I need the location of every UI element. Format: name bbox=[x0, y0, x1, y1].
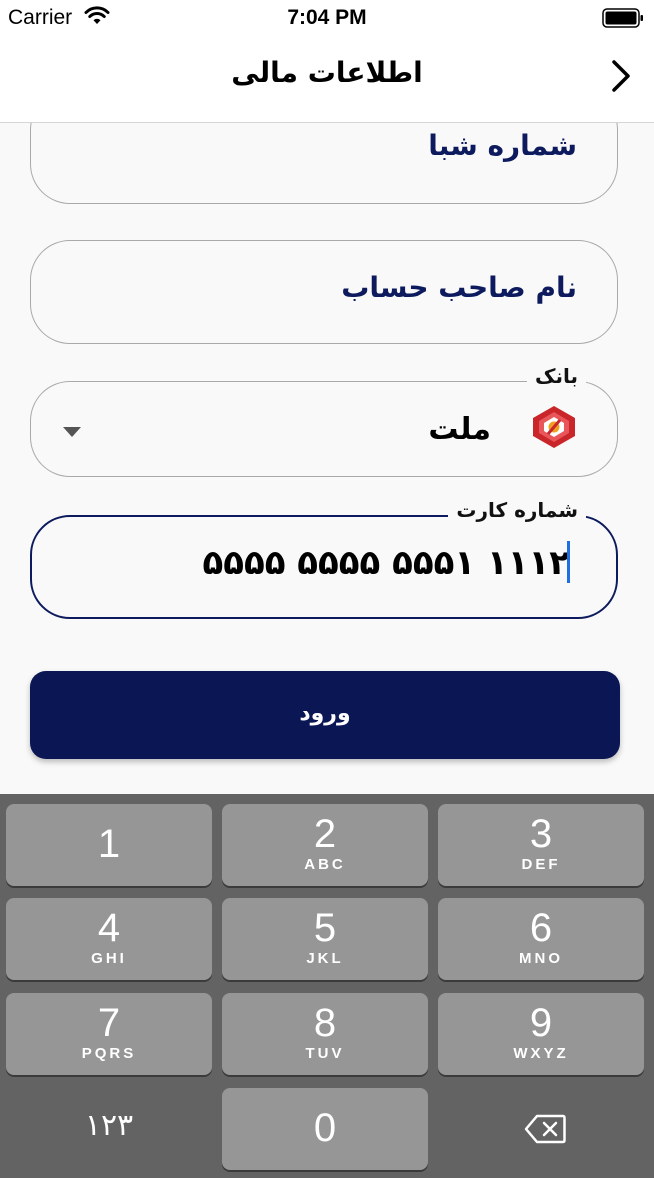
sheba-field-text: شماره شبا bbox=[428, 129, 577, 162]
key-switch-numerals[interactable]: ۱۲۳ bbox=[6, 1088, 212, 1170]
key-7-digit: 7 bbox=[97, 1001, 121, 1045]
dropdown-arrow-icon[interactable] bbox=[63, 422, 81, 441]
back-button[interactable] bbox=[610, 58, 632, 98]
key-6-letters: MNO bbox=[519, 950, 563, 967]
battery-icon bbox=[602, 8, 644, 32]
card-number-value: ۵۵۵۵ ۵۵۵۵ ۵۵۵۱ ۱۱۱۲ bbox=[202, 543, 570, 583]
key-2-letters: ABC bbox=[304, 856, 346, 873]
numeric-keyboard: 1 2 ABC 3 DEF 4 GHI 5 JKL 6 MNO 7 PQRS 8… bbox=[0, 794, 654, 1178]
key-6-digit: 6 bbox=[529, 906, 553, 950]
key-9[interactable]: 9 WXYZ bbox=[438, 993, 644, 1075]
account-owner-field[interactable]: نام صاحب حساب bbox=[30, 240, 618, 344]
key-5-digit: 5 bbox=[313, 906, 337, 950]
card-field-label: شماره کارت bbox=[448, 498, 586, 522]
key-9-letters: WXYZ bbox=[513, 1045, 569, 1062]
key-0-digit: 0 bbox=[313, 1106, 337, 1150]
key-switch-label: ۱۲۳ bbox=[84, 1109, 134, 1142]
key-8-digit: 8 bbox=[313, 1001, 337, 1045]
submit-button[interactable]: ورود bbox=[30, 671, 620, 759]
status-bar: Carrier 7:04 PM bbox=[0, 0, 654, 36]
key-2-digit: 2 bbox=[313, 812, 337, 856]
key-3-letters: DEF bbox=[521, 856, 561, 873]
card-number-field[interactable]: ۵۵۵۵ ۵۵۵۵ ۵۵۵۱ ۱۱۱۲ bbox=[30, 515, 618, 619]
backspace-icon bbox=[524, 1114, 566, 1148]
bank-select[interactable]: ملت bbox=[30, 381, 618, 477]
submit-button-label: ورود bbox=[299, 701, 351, 726]
key-4-digit: 4 bbox=[97, 906, 121, 950]
key-delete[interactable] bbox=[438, 1088, 644, 1170]
key-1[interactable]: 1 bbox=[6, 804, 212, 886]
key-3[interactable]: 3 DEF bbox=[438, 804, 644, 886]
key-0[interactable]: 0 bbox=[222, 1088, 428, 1170]
key-6[interactable]: 6 MNO bbox=[438, 898, 644, 980]
bank-name: ملت bbox=[428, 412, 491, 447]
key-4-letters: GHI bbox=[91, 950, 127, 967]
key-5-letters: JKL bbox=[306, 950, 344, 967]
key-3-digit: 3 bbox=[529, 812, 553, 856]
key-8[interactable]: 8 TUV bbox=[222, 993, 428, 1075]
key-4[interactable]: 4 GHI bbox=[6, 898, 212, 980]
key-9-digit: 9 bbox=[529, 1001, 553, 1045]
key-2[interactable]: 2 ABC bbox=[222, 804, 428, 886]
key-7[interactable]: 7 PQRS bbox=[6, 993, 212, 1075]
clock: 7:04 PM bbox=[287, 6, 367, 29]
nav-bar-backdrop: اطلاعات مالی bbox=[0, 36, 654, 123]
bank-field-label: بانک bbox=[526, 364, 586, 388]
text-cursor bbox=[567, 541, 570, 583]
key-8-letters: TUV bbox=[305, 1045, 345, 1062]
key-7-letters: PQRS bbox=[81, 1045, 137, 1062]
bank-logo-icon bbox=[531, 404, 577, 454]
page-title-text: اطلاعات مالی bbox=[231, 56, 423, 89]
key-1-digit: 1 bbox=[97, 822, 121, 866]
key-5[interactable]: 5 JKL bbox=[222, 898, 428, 980]
account-owner-text: نام صاحب حساب bbox=[341, 271, 577, 304]
